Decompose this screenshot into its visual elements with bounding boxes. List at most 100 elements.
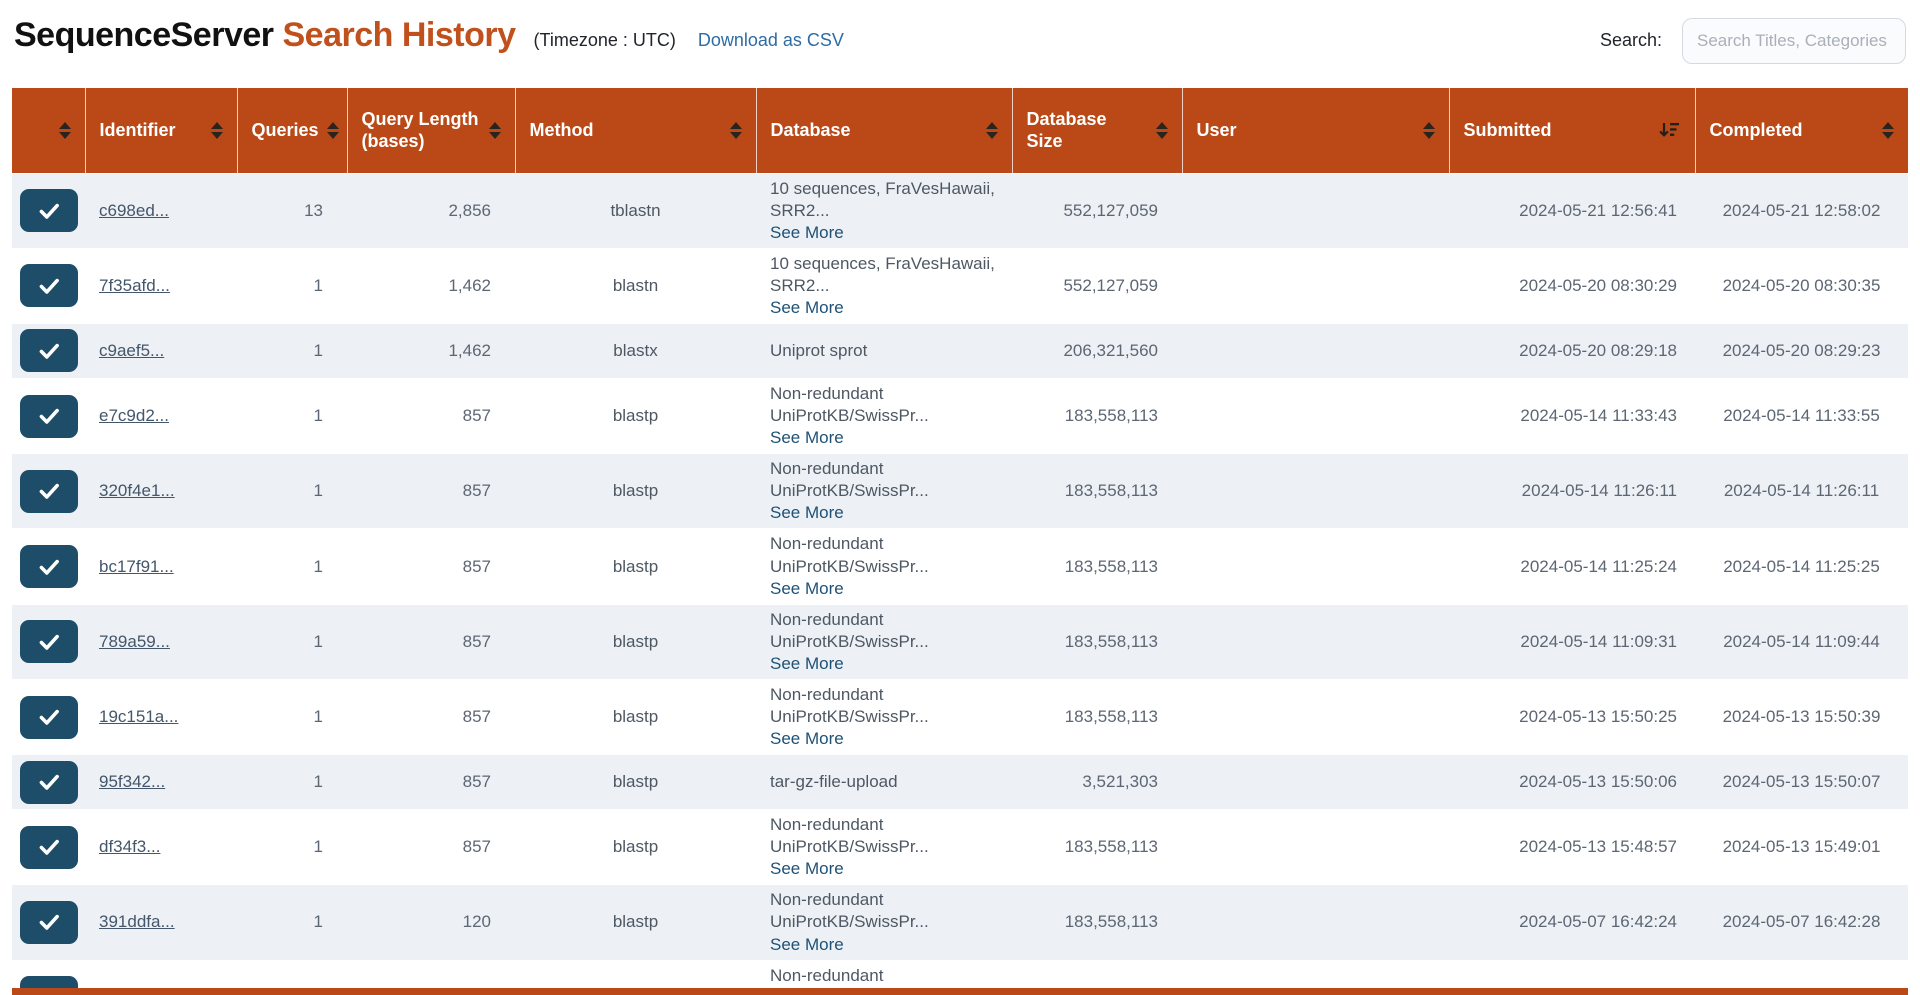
cell-select bbox=[12, 810, 85, 885]
cell-method: blastp bbox=[612, 912, 659, 932]
app-name: SequenceServer bbox=[14, 16, 274, 54]
database-name: Non-redundant UniProtKB/SwissPr... bbox=[770, 815, 929, 857]
col-header-method[interactable]: Method bbox=[515, 88, 757, 173]
see-more-link[interactable]: See More bbox=[770, 728, 844, 750]
cell-subm: 2024-05-14 11:26:11 bbox=[1521, 481, 1677, 501]
cell-compl: 2024-05-14 11:09:44 bbox=[1723, 631, 1880, 651]
identifier-link[interactable]: df34f3... bbox=[99, 837, 160, 856]
cell-queries: 1 bbox=[313, 912, 323, 932]
identifier-link[interactable]: 320f4e1... bbox=[99, 481, 175, 500]
cell-subm: 2024-05-14 11:33:43 bbox=[1520, 406, 1677, 425]
see-more-link[interactable]: See More bbox=[770, 297, 844, 319]
sort-icon[interactable] bbox=[1422, 121, 1435, 139]
cell-method: blastx bbox=[613, 340, 658, 360]
database-name: Non-redundant UniProtKB/SwissPr... bbox=[770, 459, 929, 501]
cell-db: Non-redundant UniProtKB/SwissPr...See Mo… bbox=[756, 604, 1012, 679]
cell-queries: 1 bbox=[313, 340, 323, 360]
identifier-link[interactable]: 391ddfa... bbox=[99, 912, 175, 931]
timezone-note: (Timezone : UTC) bbox=[533, 30, 676, 50]
cell-select bbox=[12, 173, 85, 248]
see-more-link[interactable]: See More bbox=[770, 427, 844, 449]
identifier-link[interactable]: c698ed... bbox=[99, 201, 169, 220]
cell-method: blastn bbox=[612, 275, 659, 295]
identifier-link[interactable]: 19c151a... bbox=[99, 707, 178, 726]
sort-icon[interactable] bbox=[58, 121, 71, 139]
cell-compl: 2024-05-07 16:42:28 bbox=[1722, 912, 1881, 932]
checkmark-icon bbox=[39, 203, 59, 219]
sort-icon[interactable] bbox=[985, 121, 998, 139]
database-name: Non-redundant UniProtKB/SwissPr... bbox=[770, 684, 929, 727]
row-checkbox[interactable] bbox=[20, 394, 78, 438]
checkmark-icon bbox=[39, 634, 59, 650]
cell-qlen: 857 bbox=[462, 707, 491, 727]
cell-compl: 2024-05-14 11:26:11 bbox=[1723, 481, 1880, 501]
col-header-database_size[interactable]: Database Size bbox=[1012, 88, 1183, 173]
see-more-link[interactable]: See More bbox=[770, 653, 844, 675]
row-checkbox[interactable] bbox=[20, 620, 78, 664]
row-checkbox[interactable] bbox=[20, 760, 78, 804]
row-checkbox[interactable] bbox=[20, 189, 78, 233]
sort-icon[interactable] bbox=[1155, 121, 1168, 139]
col-header-database[interactable]: Database bbox=[756, 88, 1013, 173]
col-header-completed[interactable]: Completed bbox=[1695, 88, 1908, 173]
cell-ident: c9aef5... bbox=[85, 324, 237, 379]
checkmark-icon bbox=[39, 343, 59, 359]
see-more-link[interactable]: See More bbox=[770, 934, 844, 956]
identifier-link[interactable]: c9aef5... bbox=[99, 341, 164, 360]
col-header-queries[interactable]: Queries bbox=[237, 88, 348, 173]
sort-icon[interactable] bbox=[326, 121, 339, 139]
col-header-label: User bbox=[1196, 120, 1237, 140]
col-header-submitted[interactable]: Submitted bbox=[1449, 88, 1696, 173]
identifier-link[interactable]: bc17f91... bbox=[99, 557, 174, 576]
cell-compl: 2024-05-13 15:50:07 bbox=[1722, 772, 1881, 792]
cell-db: Non-redundant UniProtKB/SwissPr...See Mo… bbox=[756, 529, 1012, 604]
row-checkbox[interactable] bbox=[20, 264, 78, 308]
see-more-link[interactable]: See More bbox=[770, 858, 844, 880]
row-checkbox[interactable] bbox=[20, 469, 78, 513]
cell-subm: 2024-05-13 15:50:06 bbox=[1519, 772, 1677, 792]
search-input[interactable] bbox=[1682, 17, 1906, 64]
cell-qlen: 857 bbox=[462, 556, 491, 576]
sort-icon[interactable] bbox=[210, 121, 223, 139]
identifier-link[interactable]: 95f342... bbox=[99, 772, 165, 791]
cell-queries: 1 bbox=[313, 631, 323, 651]
col-header-user[interactable]: User bbox=[1182, 88, 1450, 173]
cell-qlen: 857 bbox=[462, 837, 491, 857]
cell-ident: 19c151a... bbox=[85, 679, 237, 754]
row-checkbox[interactable] bbox=[20, 900, 78, 944]
row-checkbox[interactable] bbox=[20, 695, 78, 739]
sort-descending-icon[interactable] bbox=[1657, 120, 1681, 140]
row-checkbox[interactable] bbox=[20, 329, 78, 373]
sort-icon[interactable] bbox=[729, 121, 742, 139]
row-checkbox[interactable] bbox=[20, 825, 78, 869]
see-more-link[interactable]: See More bbox=[770, 222, 844, 244]
identifier-link[interactable]: 789a59... bbox=[99, 632, 170, 651]
cell-ident: df34f3... bbox=[85, 810, 237, 885]
cell-dbsize: 183,558,113 bbox=[1064, 707, 1158, 727]
col-header-select[interactable] bbox=[12, 88, 86, 173]
cell-user bbox=[1182, 604, 1449, 679]
see-more-link[interactable]: See More bbox=[770, 502, 844, 524]
see-more-link[interactable]: See More bbox=[770, 578, 844, 600]
col-header-query_length[interactable]: Query Length (bases) bbox=[347, 88, 516, 173]
sort-icon[interactable] bbox=[488, 121, 501, 139]
cell-method: blastp bbox=[612, 631, 659, 651]
cell-subm: 2024-05-21 12:56:41 bbox=[1519, 200, 1677, 220]
cell-qlen: 120 bbox=[462, 912, 491, 932]
cell-dbsize: 552,127,059 bbox=[1063, 275, 1158, 295]
cell-select bbox=[12, 529, 85, 604]
cell-ident: c698ed... bbox=[85, 173, 237, 248]
identifier-link[interactable]: e7c9d2... bbox=[99, 406, 169, 425]
sort-icon[interactable] bbox=[1882, 121, 1894, 139]
cell-dbsize: 183,558,113 bbox=[1064, 556, 1158, 576]
col-header-identifier[interactable]: Identifier bbox=[85, 88, 238, 173]
cell-method: blastp bbox=[612, 772, 659, 792]
history-table-wrap: Identifier Queries Query Length (bases) Met… bbox=[12, 88, 1908, 995]
col-header-label: Query Length (bases) bbox=[361, 108, 479, 152]
download-csv-link[interactable]: Download as CSV bbox=[698, 30, 844, 51]
row-checkbox[interactable] bbox=[20, 545, 78, 589]
cell-select bbox=[12, 604, 85, 679]
identifier-link[interactable]: 7f35afd... bbox=[99, 276, 170, 295]
database-name: Non-redundant UniProtKB/SwissPr... bbox=[770, 383, 929, 425]
database-name: 10 sequences, FraVesHawaii, SRR2... bbox=[770, 178, 995, 220]
